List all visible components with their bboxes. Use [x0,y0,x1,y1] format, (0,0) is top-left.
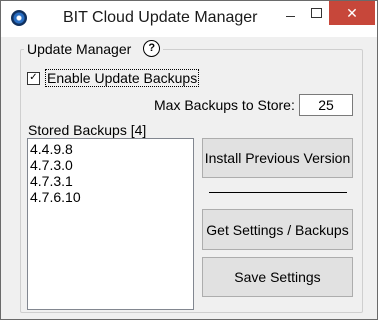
save-settings-button[interactable]: Save Settings [202,257,353,297]
app-window: BIT Cloud Update Manager ✕ Update Manage… [0,0,378,320]
maximize-button[interactable] [303,1,329,25]
list-item[interactable]: 4.7.6.10 [30,189,191,205]
max-backups-input[interactable] [299,94,353,116]
enable-update-backups-checkbox[interactable]: ✓ Enable Update Backups [27,69,200,87]
max-backups-label: Max Backups to Store: [154,97,295,113]
stored-backups-list[interactable]: 4.4.9.8 4.7.3.0 4.7.3.1 4.7.6.10 [27,138,194,310]
checkbox-box[interactable]: ✓ [27,71,40,85]
app-logo-icon[interactable] [11,10,27,26]
checkbox-label[interactable]: Enable Update Backups [45,69,200,87]
close-icon: ✕ [346,4,358,21]
group-title: Update Manager [27,40,132,57]
title-bar[interactable]: BIT Cloud Update Manager ✕ [1,1,377,37]
list-item[interactable]: 4.7.3.0 [30,157,191,173]
minimize-icon [285,15,295,17]
window-title: BIT Cloud Update Manager [63,9,258,26]
stored-backups-label: Stored Backups [4] [28,122,147,138]
separator-line [209,192,347,193]
checkmark-icon: ✓ [29,72,38,83]
list-item[interactable]: 4.4.9.8 [30,141,191,157]
get-settings-backups-button[interactable]: Get Settings / Backups [202,209,353,250]
list-item[interactable]: 4.7.3.1 [30,173,191,189]
group-legend: Update Manager ? [24,40,164,57]
maximize-icon [310,8,322,18]
close-button[interactable]: ✕ [329,1,375,25]
minimize-button[interactable] [277,1,303,25]
install-previous-version-button[interactable]: Install Previous Version [202,138,353,178]
help-icon[interactable]: ? [143,40,161,57]
